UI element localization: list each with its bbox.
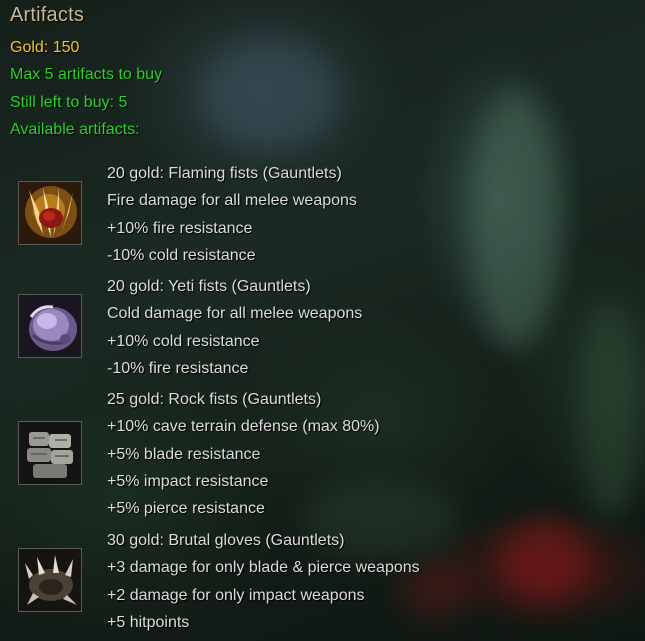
artifact-effect: +5% impact resistance: [107, 472, 269, 490]
artifact-yeti-fists[interactable]: 20 gold: Yeti fists (Gauntlets) Cold dam…: [107, 273, 362, 382]
artifact-effect: +5% blade resistance: [107, 445, 261, 463]
artifact-effect: +2 damage for only impact weapons: [107, 586, 365, 604]
artifact-effect: +10% cave terrain defense (max 80%): [107, 418, 380, 436]
artifact-effect: +5 hitpoints: [107, 613, 190, 631]
artifact-effect: Fire damage for all melee weapons: [107, 192, 357, 210]
rock-fists-icon[interactable]: [18, 421, 82, 485]
artifact-effect: +5% pierce resistance: [107, 500, 265, 518]
artifact-name-price: 20 gold: Flaming fists (Gauntlets): [107, 165, 342, 182]
artifact-brutal-gloves[interactable]: 30 gold: Brutal gloves (Gauntlets) +3 da…: [107, 527, 420, 636]
artifact-effect: -10% fire resistance: [107, 359, 249, 377]
artifact-name-price: 25 gold: Rock fists (Gauntlets): [107, 391, 322, 408]
artifact-effect: -10% cold resistance: [107, 246, 256, 264]
brutal-gloves-icon[interactable]: [18, 548, 82, 612]
artifact-name-price: 20 gold: Yeti fists (Gauntlets): [107, 278, 311, 295]
still-left-text: Still left to buy: 5: [10, 94, 128, 111]
artifact-effect: Cold damage for all melee weapons: [107, 305, 363, 323]
artifact-name-price: 30 gold: Brutal gloves (Gauntlets): [107, 532, 345, 549]
gold-amount: Gold: 150: [10, 39, 80, 56]
flaming-fists-icon[interactable]: [18, 181, 82, 245]
artifact-effect: +10% cold resistance: [107, 332, 260, 350]
artifact-effect: +10% fire resistance: [107, 219, 253, 237]
max-artifacts-text: Max 5 artifacts to buy: [10, 66, 163, 83]
artifact-effect: +3 damage for only blade & pierce weapon…: [107, 559, 420, 577]
yeti-fists-icon[interactable]: [18, 294, 82, 358]
dialog-title: Artifacts: [10, 4, 85, 26]
artifact-flaming-fists[interactable]: 20 gold: Flaming fists (Gauntlets) Fire …: [107, 160, 357, 269]
available-artifacts-heading: Available artifacts:: [10, 121, 140, 138]
artifact-rock-fists[interactable]: 25 gold: Rock fists (Gauntlets) +10% cav…: [107, 386, 380, 522]
